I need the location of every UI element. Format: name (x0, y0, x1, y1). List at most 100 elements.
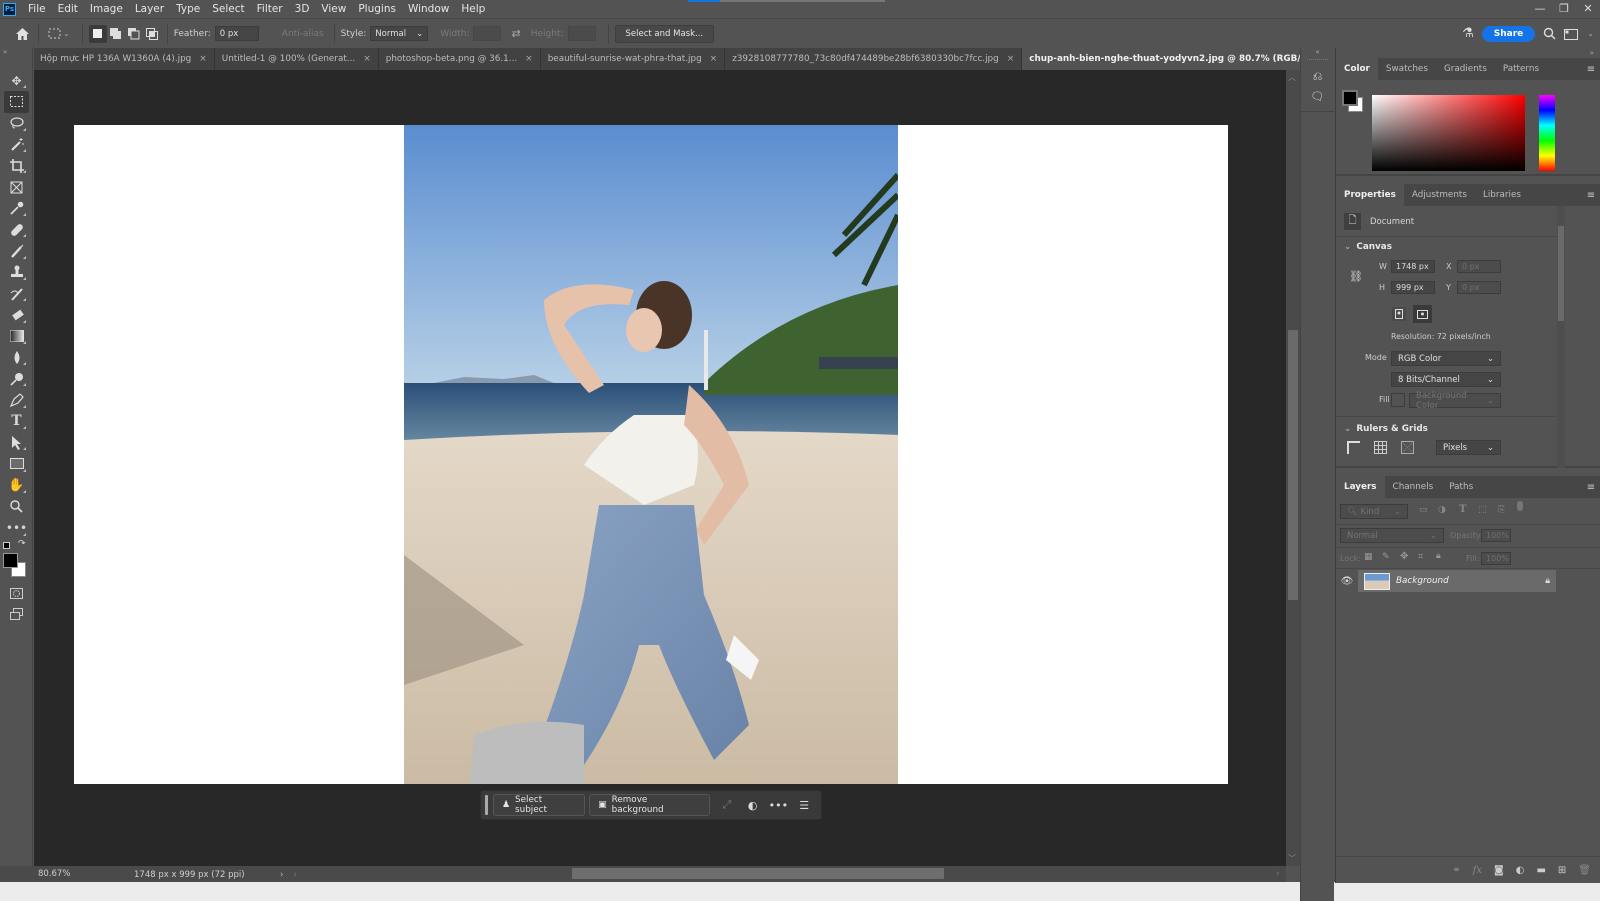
remove-background-button[interactable]: ▣ Remove background (589, 794, 711, 816)
zoom-tool[interactable] (0, 496, 33, 517)
expand-panels-icon[interactable]: » (1336, 48, 1600, 58)
tab-gradients[interactable]: Gradients (1436, 58, 1495, 80)
close-tab-icon[interactable]: × (199, 54, 207, 64)
status-menu-icon[interactable]: › (280, 870, 283, 880)
close-tab-icon[interactable]: × (710, 54, 718, 64)
layer-row-body[interactable]: Background 🔒︎ (1358, 570, 1556, 592)
collapse-panels-icon[interactable]: « (1301, 48, 1334, 57)
search-icon[interactable] (1543, 27, 1556, 40)
hand-tool[interactable]: ✋ (0, 475, 33, 496)
tab-document-5[interactable]: z3928108777780_73c80df474489be28bf638033… (725, 48, 1023, 70)
canvas-width-input[interactable]: 1748 px (1391, 260, 1435, 273)
select-subject-button[interactable]: ♟ Select subject (492, 794, 586, 816)
menu-view[interactable]: View (315, 0, 352, 18)
menu-plugins[interactable]: Plugins (352, 0, 402, 18)
lock-pixels-icon[interactable]: ✎ (1382, 552, 1390, 562)
new-selection-button[interactable] (88, 24, 107, 43)
menu-select[interactable]: Select (206, 0, 250, 18)
feather-input[interactable]: 0 px (214, 26, 259, 41)
comments-icon[interactable]: 🗨 (1301, 90, 1334, 103)
tab-channels[interactable]: Channels (1385, 476, 1442, 498)
more-options-button[interactable]: ••• (766, 794, 792, 816)
subtract-selection-button[interactable] (125, 25, 143, 43)
rectangular-marquee-tool[interactable] (4, 91, 29, 113)
zoom-level[interactable]: 80.67% (0, 866, 96, 883)
settings-sliders-icon[interactable]: ☰ (791, 794, 817, 816)
tab-document-4[interactable]: beautiful-sunrise-wat-phra-that.jpg × (540, 48, 726, 70)
color-foreground-swatch[interactable] (1342, 90, 1358, 106)
rulers-icon[interactable] (1347, 441, 1360, 454)
menu-help[interactable]: Help (455, 0, 491, 18)
canvas-height-input[interactable]: 999 px (1391, 281, 1435, 294)
share-button[interactable]: Share (1481, 25, 1536, 42)
workspace-icon[interactable] (1564, 28, 1579, 40)
default-colors-icon[interactable] (3, 541, 10, 549)
move-tool[interactable]: ✥ (0, 70, 33, 91)
blur-tool[interactable] (0, 347, 33, 368)
filter-toggle[interactable] (1517, 501, 1523, 511)
link-dimensions-icon[interactable]: ⛓ (1349, 270, 1363, 283)
scroll-up-icon[interactable]: ︿ (1288, 72, 1296, 83)
close-window-button[interactable]: ✕ (1576, 0, 1600, 16)
scroll-right-icon[interactable]: › (1276, 869, 1280, 879)
eyedropper-tool[interactable] (0, 198, 33, 219)
landscape-orientation-button[interactable] (1413, 305, 1432, 323)
layer-lock-icon[interactable]: 🔒︎ (1545, 576, 1550, 586)
visibility-eye-icon[interactable]: 👁︎ (1336, 576, 1358, 587)
layer-filter-select[interactable]: 🔍︎ Kind ⌄ (1340, 504, 1408, 519)
eraser-tool[interactable] (0, 304, 33, 325)
clone-stamp-tool[interactable] (0, 262, 33, 283)
add-mask-icon[interactable]: ◙ (1494, 865, 1504, 876)
dodge-tool[interactable] (0, 368, 33, 389)
width-input[interactable] (473, 26, 502, 41)
layer-row[interactable]: 👁︎ Background 🔒︎ (1336, 570, 1556, 592)
transform-icon[interactable]: ⤢ (714, 794, 740, 816)
portrait-orientation-button[interactable] (1392, 307, 1406, 321)
close-tab-icon[interactable]: × (1007, 54, 1015, 64)
lock-artboard-icon[interactable]: ⌗ (1418, 552, 1423, 562)
crop-tool[interactable] (0, 155, 33, 176)
minimize-button[interactable]: — (1528, 0, 1552, 16)
vertical-scroll-thumb[interactable] (1288, 330, 1298, 600)
adjustment-icon[interactable]: ◐ (740, 794, 766, 816)
panel-menu-icon[interactable]: ≡ (1582, 58, 1600, 80)
panel-menu-icon[interactable]: ≡ (1582, 476, 1600, 498)
frame-tool[interactable] (0, 176, 33, 197)
canvas-section-header[interactable]: ⌄ Canvas (1344, 242, 1392, 252)
style-select[interactable]: Normal ⌄ (370, 26, 429, 41)
filter-adjustment-icon[interactable]: ◑ (1438, 505, 1446, 515)
edit-toolbar-button[interactable]: ••• (0, 517, 33, 538)
path-selection-tool[interactable] (0, 432, 33, 453)
units-select[interactable]: Pixels ⌄ (1436, 440, 1501, 455)
filter-shape-icon[interactable]: ⬚ (1478, 505, 1487, 515)
color-field[interactable] (1372, 95, 1525, 171)
antialias-checkbox[interactable] (268, 29, 278, 38)
quick-mask-button[interactable] (0, 583, 33, 604)
delete-layer-icon[interactable]: 🗑︎ (1578, 865, 1591, 876)
swap-colors-icon[interactable]: ↷ (18, 539, 26, 549)
home-button[interactable] (12, 25, 32, 43)
history-brush-tool[interactable] (0, 283, 33, 304)
tab-document-1[interactable]: Hộp mực HP 136A W1360A (4).jpg × (34, 48, 215, 70)
foreground-color-swatch[interactable] (3, 552, 18, 568)
type-tool[interactable]: T (0, 411, 33, 432)
tab-document-2[interactable]: Untitled-1 @ 100% (Generat... × (214, 48, 379, 70)
guides-icon[interactable] (1401, 441, 1414, 454)
menu-file[interactable]: File (22, 0, 52, 18)
grid-icon[interactable] (1374, 441, 1387, 454)
tab-layers[interactable]: Layers (1336, 476, 1385, 498)
hue-slider[interactable] (1539, 95, 1555, 171)
menu-3d[interactable]: 3D (289, 0, 316, 18)
scroll-down-icon[interactable]: ﹀ (1288, 853, 1296, 864)
pen-tool[interactable] (0, 389, 33, 410)
tab-properties[interactable]: Properties (1336, 184, 1404, 206)
add-selection-button[interactable] (107, 25, 125, 43)
swap-dimensions-icon[interactable]: ⇄ (511, 27, 520, 40)
marquee-preset-picker[interactable] (45, 25, 63, 43)
collapse-toolbar-icon[interactable]: » (0, 48, 32, 56)
restore-button[interactable]: ❐ (1552, 0, 1576, 16)
lock-all-icon[interactable]: 🔒︎ (1436, 551, 1441, 561)
opacity-input[interactable]: 100% (1481, 529, 1511, 542)
menu-window[interactable]: Window (402, 0, 455, 18)
tab-libraries[interactable]: Libraries (1475, 184, 1529, 206)
